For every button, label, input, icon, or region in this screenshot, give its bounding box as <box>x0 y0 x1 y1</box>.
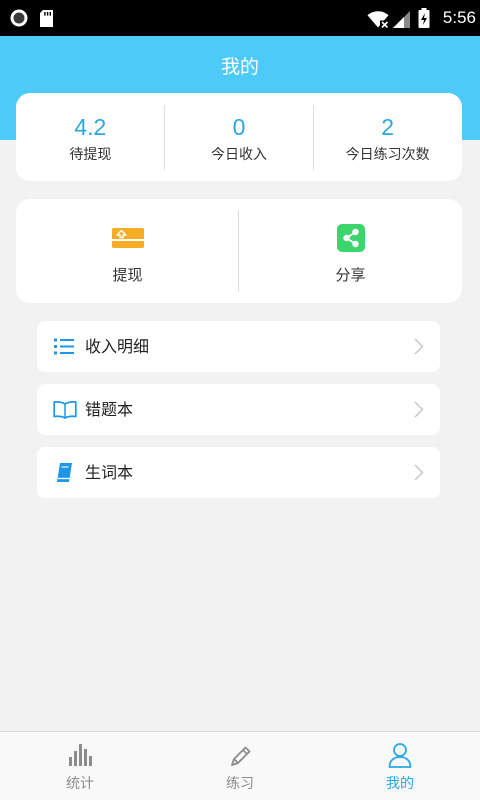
menu-item-label: 收入明细 <box>85 337 150 356</box>
tab-label: 练习 <box>226 776 254 792</box>
tab-statistics[interactable]: 统计 <box>0 732 160 800</box>
bar-chart-icon <box>0 741 160 769</box>
divider <box>238 210 239 292</box>
stat-today-income: 0 今日收入 <box>165 93 314 181</box>
actions-card: 提现 分享 <box>16 199 462 303</box>
menu-item-mistake-book[interactable]: 错题本 <box>37 384 440 435</box>
book-icon <box>53 462 77 483</box>
share-label: 分享 <box>335 266 366 284</box>
tab-mine[interactable]: 我的 <box>320 732 480 800</box>
menu-item-vocabulary-book[interactable]: 生词本 <box>37 447 440 498</box>
share-icon <box>239 223 462 253</box>
chevron-right-icon <box>414 338 424 355</box>
chevron-right-icon <box>414 401 424 418</box>
list-icon <box>53 336 77 357</box>
share-button[interactable]: 分享 <box>239 199 462 303</box>
status-time: 5:56 <box>442 8 476 27</box>
tab-label: 统计 <box>66 776 94 792</box>
user-icon <box>320 741 480 769</box>
divider <box>164 105 165 170</box>
chevron-right-icon <box>414 464 424 481</box>
tab-practice[interactable]: 练习 <box>160 732 320 800</box>
divider <box>313 105 314 170</box>
withdraw-icon <box>16 223 239 253</box>
menu-item-income-details[interactable]: 收入明细 <box>37 321 440 372</box>
stat-value: 2 <box>381 114 395 140</box>
pencil-icon <box>160 741 320 769</box>
bottom-tab-bar: 统计 练习 我的 <box>0 731 480 800</box>
stat-today-practice-count: 2 今日练习次数 <box>313 93 462 181</box>
signal-icon <box>393 11 410 28</box>
battery-charging-icon <box>418 8 430 28</box>
menu-list: 收入明细 错题本 生词本 <box>37 321 440 510</box>
stat-pending-withdrawal: 4.2 待提现 <box>16 93 165 181</box>
withdraw-label: 提现 <box>112 266 143 284</box>
stat-label: 今日练习次数 <box>345 147 430 163</box>
stats-card: 4.2 待提现 0 今日收入 2 今日练习次数 <box>16 93 462 181</box>
open-book-icon <box>53 399 77 420</box>
wifi-icon <box>367 11 389 29</box>
status-bar: 5:56 <box>0 0 480 36</box>
stat-value: 0 <box>232 114 246 140</box>
menu-item-label: 生词本 <box>85 463 134 482</box>
withdraw-button[interactable]: 提现 <box>16 199 239 303</box>
tab-label: 我的 <box>386 776 414 792</box>
record-icon <box>10 9 28 27</box>
sd-card-icon <box>40 10 53 27</box>
menu-item-label: 错题本 <box>85 400 134 419</box>
page-title: 我的 <box>220 56 259 78</box>
stat-label: 待提现 <box>69 147 112 163</box>
stat-label: 今日收入 <box>211 147 267 163</box>
stat-value: 4.2 <box>74 114 107 140</box>
